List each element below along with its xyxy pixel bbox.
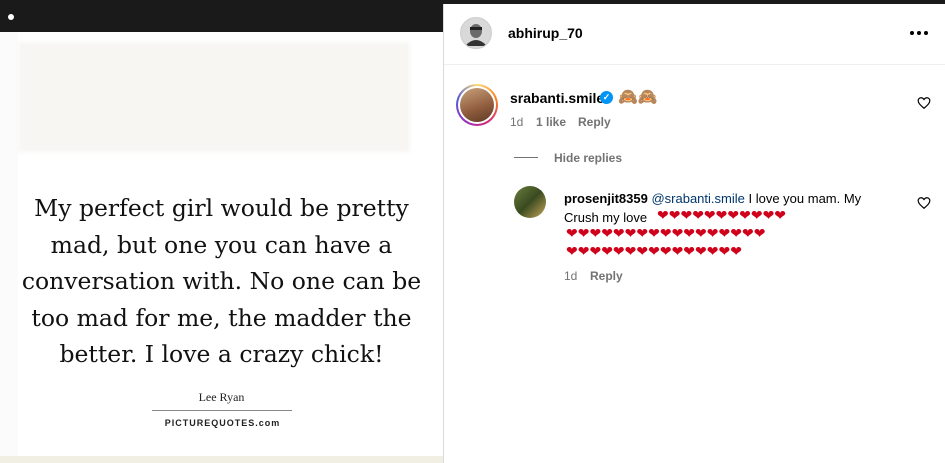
heart-outline-icon[interactable] [917,196,931,210]
quote-author: Lee Ryan [198,390,245,404]
quote-line: mad, but one you can have a [50,230,393,259]
comment-likes-label[interactable]: 1 like [536,115,566,129]
quote-source: PICTUREQUOTES.com [164,418,281,428]
more-dot-icon [910,31,914,35]
image-band-dot [8,14,14,20]
more-options-button[interactable] [907,23,931,43]
quote-line: conversation with. No one can be [21,267,422,295]
reply-hearts: ❤❤❤❤❤❤❤❤❤❤❤❤❤❤❤❤❤ [566,225,766,241]
author-avatar[interactable] [460,17,492,49]
post-header: abhirup_70 [444,4,945,65]
pane-divider [443,4,444,463]
reply-text-line2: Crush my love [564,210,648,225]
reply-label[interactable]: Reply [590,269,623,283]
hide-replies-line [514,157,538,158]
reply-time: 1d [564,269,578,283]
replier-username[interactable]: prosenjit8359 [564,191,648,206]
quote-line: My perfect girl would be pretty [34,194,409,222]
author-divider [152,410,292,411]
reply-mention[interactable]: @srabanti.smile [651,191,744,206]
avatar-face-icon [465,24,487,46]
quote-text: My perfect girl would be pretty mad, but… [0,190,443,373]
reply-hearts: ❤❤❤❤❤❤❤❤❤❤❤❤❤❤❤ [566,243,742,259]
quote-line: too mad for me, the madder the [31,303,412,332]
post-author-username[interactable]: abhirup_70 [508,25,583,41]
commenter-photo [460,88,494,122]
quote-line: better. I love a crazy chick! [59,340,384,368]
post-image: My perfect girl would be pretty mad, but… [0,4,443,463]
reply-reply-button[interactable]: Reply [590,269,623,283]
image-paper-blur [18,42,410,152]
reply-comment: prosenjit8359 @srabanti.smile I love you… [514,186,945,286]
hide-replies-label[interactable]: Hide replies [554,151,622,165]
reply-label[interactable]: Reply [578,115,611,129]
more-dot-icon [924,31,928,35]
more-dot-icon [917,31,921,35]
replier-avatar[interactable] [514,186,546,218]
commenter-avatar[interactable] [456,84,498,126]
reply-hearts: ❤❤❤❤❤❤❤❤❤❤❤ [657,207,787,223]
reply-text-line1: I love you mam. My [748,191,862,206]
comment: srabanti.smile ✓ 🙈🙈 1d 1 like Reply [444,82,945,142]
image-top-band [0,4,443,32]
heart-outline-icon[interactable] [917,96,931,110]
comment-likes[interactable]: 1 like [536,115,566,129]
verified-badge-icon: ✓ [600,91,613,104]
commenter-username[interactable]: srabanti.smile [510,90,604,106]
comment-time: 1d [510,115,524,129]
comment-reply-button[interactable]: Reply [578,115,611,129]
comment-text: 🙈🙈 [618,89,658,106]
image-bottom-band [0,456,443,463]
